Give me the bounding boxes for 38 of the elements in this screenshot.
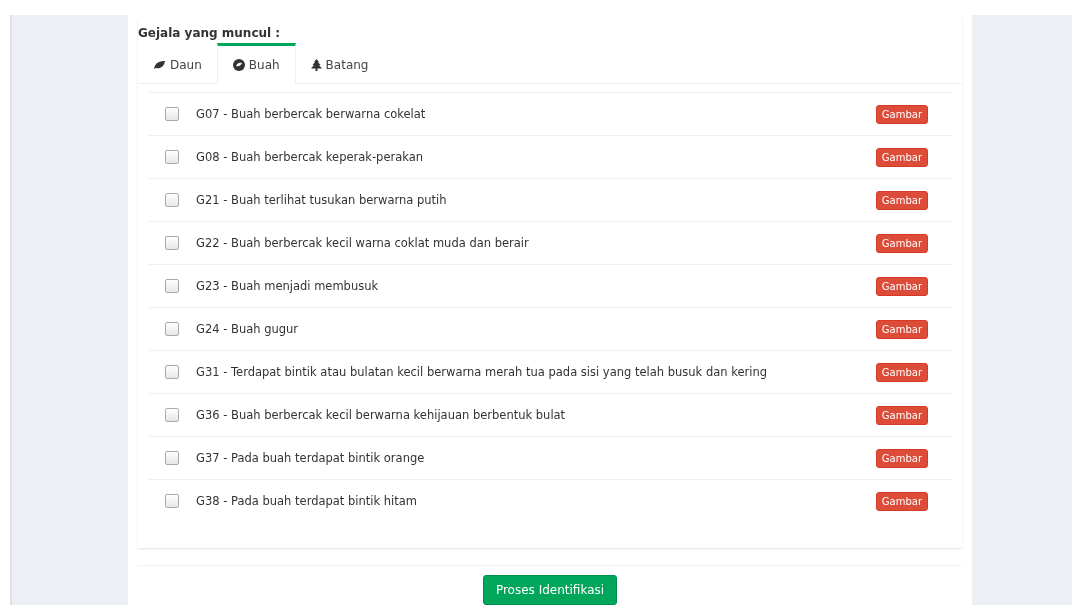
leaf-icon bbox=[153, 59, 166, 70]
checkbox[interactable] bbox=[165, 107, 179, 121]
symptom-label: G22 - Buah berbercak kecil warna coklat muda dan berair bbox=[196, 236, 530, 250]
tab[interactable]: Buah bbox=[216, 43, 296, 84]
symptom-label: G37 - Pada buah terdapat bintik orange bbox=[196, 451, 426, 465]
image-button[interactable]: Gambar bbox=[875, 319, 928, 339]
checkbox[interactable] bbox=[165, 451, 179, 465]
image-button[interactable]: Gambar bbox=[875, 448, 928, 468]
submit-button[interactable]: Proses Identifikasi bbox=[482, 575, 618, 605]
checkbox[interactable] bbox=[165, 193, 179, 207]
symptom-label: G07 - Buah berbercak berwarna cokelat bbox=[196, 107, 427, 121]
symptom-label: G21 - Buah terlihat tusukan berwarna putih bbox=[196, 193, 448, 207]
symptom-label: G08 - Buah berbercak keperak-perakan bbox=[196, 150, 425, 164]
tab[interactable]: Batang bbox=[295, 43, 384, 83]
checkbox[interactable] bbox=[165, 150, 179, 164]
image-button[interactable]: Gambar bbox=[875, 362, 928, 382]
section-heading: Gejala yang muncul : bbox=[138, 25, 281, 40]
symptom-label: G23 - Buah menjadi membusuk bbox=[196, 279, 380, 293]
image-button[interactable]: Gambar bbox=[875, 104, 928, 124]
checkbox[interactable] bbox=[165, 408, 179, 422]
checkbox[interactable] bbox=[165, 365, 179, 379]
tree-icon bbox=[310, 58, 322, 71]
symptom-label: G24 - Buah gugur bbox=[196, 322, 300, 336]
checkbox[interactable] bbox=[165, 279, 179, 293]
tab[interactable]: Daun bbox=[138, 43, 217, 83]
image-button[interactable]: Gambar bbox=[875, 190, 928, 210]
symptom-label: G31 - Terdapat bintik atau bulatan kecil berwarna merah tua pada sisi yang telah busuk dan kering bbox=[196, 365, 769, 379]
symptom-label: G38 - Pada buah terdapat bintik hitam bbox=[196, 494, 419, 508]
image-button[interactable]: Gambar bbox=[875, 405, 928, 425]
checkbox[interactable] bbox=[165, 494, 179, 508]
image-button[interactable]: Gambar bbox=[875, 233, 928, 253]
symptom-label: G36 - Buah berbercak kecil berwarna kehijauan berbentuk bulat bbox=[196, 408, 567, 422]
image-button[interactable]: Gambar bbox=[875, 491, 928, 511]
fruit-icon bbox=[232, 59, 245, 71]
image-button[interactable]: Gambar bbox=[875, 147, 928, 167]
checkbox[interactable] bbox=[165, 236, 179, 250]
image-button[interactable]: Gambar bbox=[875, 276, 928, 296]
checkbox[interactable] bbox=[165, 322, 179, 336]
